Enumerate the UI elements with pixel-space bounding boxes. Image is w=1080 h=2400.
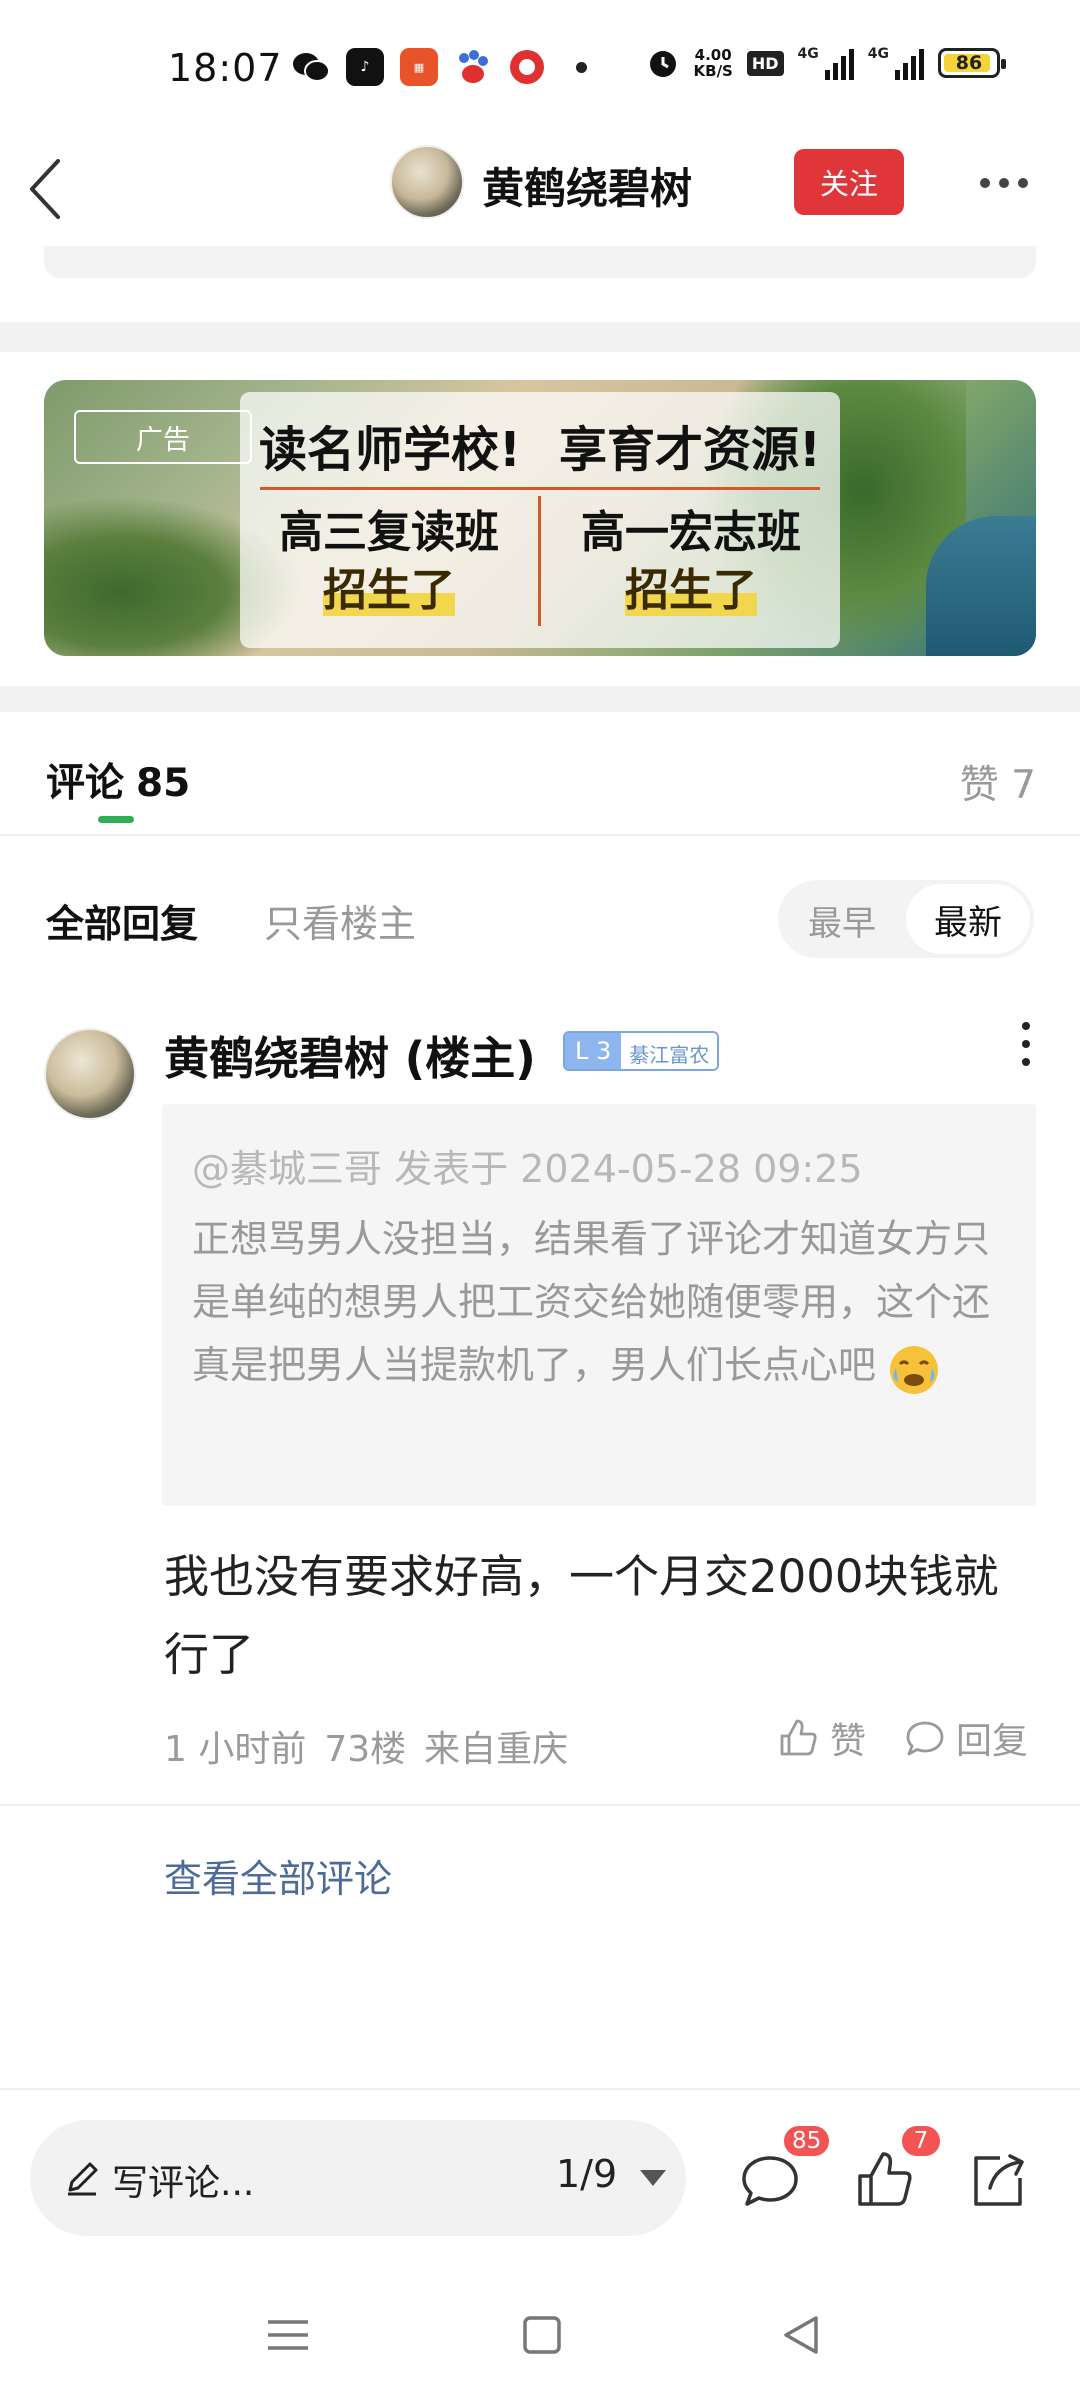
- thumbs-up-icon: [780, 1719, 817, 1756]
- post-header: 黄鹤绕碧树 关注: [0, 135, 1080, 235]
- section-divider: [0, 686, 1080, 712]
- view-all-comments-link[interactable]: 查看全部评论: [164, 1848, 392, 1903]
- divider: [0, 834, 1080, 836]
- quote-meta: @綦城三哥 发表于 2024-05-28 09:25: [192, 1147, 863, 1191]
- ping-an-bank-icon: ▦: [400, 48, 438, 86]
- ad-left-line2: 招生了: [323, 565, 455, 616]
- comment-body: 我也没有要求好高，一个月交2000块钱就行了: [164, 1550, 999, 1681]
- comment-more-icon[interactable]: [1020, 1022, 1032, 1066]
- commenter-avatar[interactable]: [44, 1028, 136, 1120]
- tiktok-icon: ♪: [346, 48, 384, 86]
- comment-count-badge: 85: [782, 2124, 832, 2158]
- comment-time: 1 小时前: [164, 1729, 307, 1770]
- battery-level: 86: [955, 52, 983, 74]
- ad-headline-left: 读名师学校!: [259, 422, 521, 478]
- sort-toggle: 最早 最新: [778, 880, 1034, 958]
- back-nav-icon[interactable]: [772, 2310, 832, 2360]
- network-type-2: 4G: [867, 46, 889, 62]
- quote-text: 正想骂男人没担当，结果看了评论才知道女方只是单纯的想男人把工资交给她随便零用，这…: [192, 1208, 1012, 1398]
- author-name[interactable]: 黄鹤绕碧树: [482, 155, 692, 216]
- status-time: 18:07: [168, 46, 283, 90]
- ad-right-column: 高一宏志班 招生了: [546, 504, 836, 620]
- network-speed: 4.00 KB/S: [694, 47, 733, 79]
- write-comment-input[interactable]: 写评论... 1/9: [30, 2120, 686, 2236]
- speed-unit: KB/S: [693, 62, 733, 80]
- ad-right-line1: 高一宏志班: [581, 507, 801, 558]
- like-button[interactable]: 赞: [776, 1712, 866, 1764]
- quoted-comment[interactable]: @綦城三哥 发表于 2024-05-28 09:25 正想骂男人没担当，结果看了…: [162, 1104, 1036, 1506]
- more-options-icon[interactable]: [980, 171, 1036, 195]
- previous-card-edge: [44, 246, 1036, 278]
- ad-text-panel: 读名师学校! 享育才资源! 高三复读班 招生了 高一宏志班 招生了: [240, 392, 840, 648]
- sort-latest[interactable]: 最新: [906, 884, 1030, 954]
- reply-button[interactable]: 回复: [904, 1712, 1028, 1764]
- chevron-left-icon: [30, 159, 60, 219]
- author-avatar[interactable]: [390, 145, 464, 219]
- filter-op-only[interactable]: 只看楼主: [264, 893, 416, 948]
- wechat-icon: [293, 53, 330, 82]
- quote-body: 正想骂男人没担当，结果看了评论才知道女方只是单纯的想男人把工资交给她随便零用，这…: [192, 1217, 991, 1387]
- like-label: 赞: [830, 1721, 867, 1762]
- section-divider: [0, 322, 1080, 352]
- commenter-name[interactable]: 黄鹤绕碧树 (楼主): [164, 1022, 536, 1087]
- ad-label: 广告: [74, 410, 252, 464]
- speed-value: 4.00: [694, 46, 732, 64]
- signal-strength-1-icon: [824, 46, 854, 80]
- divider: [0, 2088, 1080, 2090]
- home-icon[interactable]: [512, 2310, 572, 2360]
- reply-label: 回复: [956, 1721, 1029, 1762]
- tab-indicator: [98, 816, 134, 823]
- hd-voice-badge: HD: [746, 50, 784, 76]
- signal-strength-2-icon: [895, 46, 924, 80]
- video-app-icon: [510, 50, 544, 84]
- notification-dot-icon: [576, 61, 587, 73]
- divider: [0, 1804, 1080, 1806]
- write-comment-placeholder: 写评论...: [112, 2163, 255, 2204]
- comments-count: 85: [136, 761, 191, 806]
- menu-icon[interactable]: [258, 2310, 318, 2360]
- speech-bubble-icon: [906, 1721, 944, 1756]
- comment-floor: 73楼: [324, 1729, 407, 1770]
- network-type-1: 4G: [797, 46, 819, 62]
- alarm-icon: [649, 51, 676, 77]
- ad-right-line2: 招生了: [625, 565, 757, 616]
- filter-all-replies[interactable]: 全部回复: [46, 893, 198, 948]
- crying-emoji-icon: [890, 1345, 939, 1394]
- level-value: L 3: [565, 1033, 622, 1069]
- notification-icons: ♪ ▦: [292, 48, 587, 86]
- ad-left-line1: 高三复读班: [279, 507, 499, 558]
- share-icon[interactable]: [966, 2148, 1030, 2212]
- comment-location: 来自重庆: [424, 1729, 569, 1770]
- ad-left-column: 高三复读班 招生了: [244, 504, 534, 620]
- comment-icon[interactable]: [738, 2148, 802, 2212]
- system-status: 4.00 KB/S HD 4G 4G 86: [646, 46, 1006, 80]
- level-tag: 綦江富农: [621, 1033, 718, 1069]
- like-count-badge: 7: [900, 2124, 942, 2158]
- sort-earliest[interactable]: 最早: [808, 896, 876, 945]
- tab-likes[interactable]: 赞 7: [960, 754, 1036, 810]
- ad-headline-right: 享育才资源!: [559, 422, 821, 478]
- page-indicator[interactable]: 1/9: [556, 2152, 617, 2196]
- battery-icon: 86: [938, 48, 1006, 78]
- comments-label: 评论: [46, 761, 125, 806]
- ad-banner[interactable]: 广告 读名师学校! 享育才资源! 高三复读班 招生了 高一宏志班 招生了: [44, 380, 1036, 656]
- pencil-icon: [68, 2162, 98, 2196]
- back-button[interactable]: [20, 145, 90, 225]
- caret-down-icon[interactable]: [640, 2170, 666, 2186]
- level-badge: L 3 綦江富农: [563, 1031, 720, 1071]
- status-bar: 18:07 ♪ ▦ 4.00 KB/S HD 4G 4G 86: [0, 0, 1080, 135]
- comment-meta: 1 小时前 73楼 来自重庆: [164, 1720, 586, 1772]
- follow-button[interactable]: 关注: [794, 149, 904, 215]
- thumbs-up-icon[interactable]: [852, 2148, 916, 2212]
- baidu-icon: [459, 50, 488, 83]
- tab-comments[interactable]: 评论 85: [46, 752, 190, 808]
